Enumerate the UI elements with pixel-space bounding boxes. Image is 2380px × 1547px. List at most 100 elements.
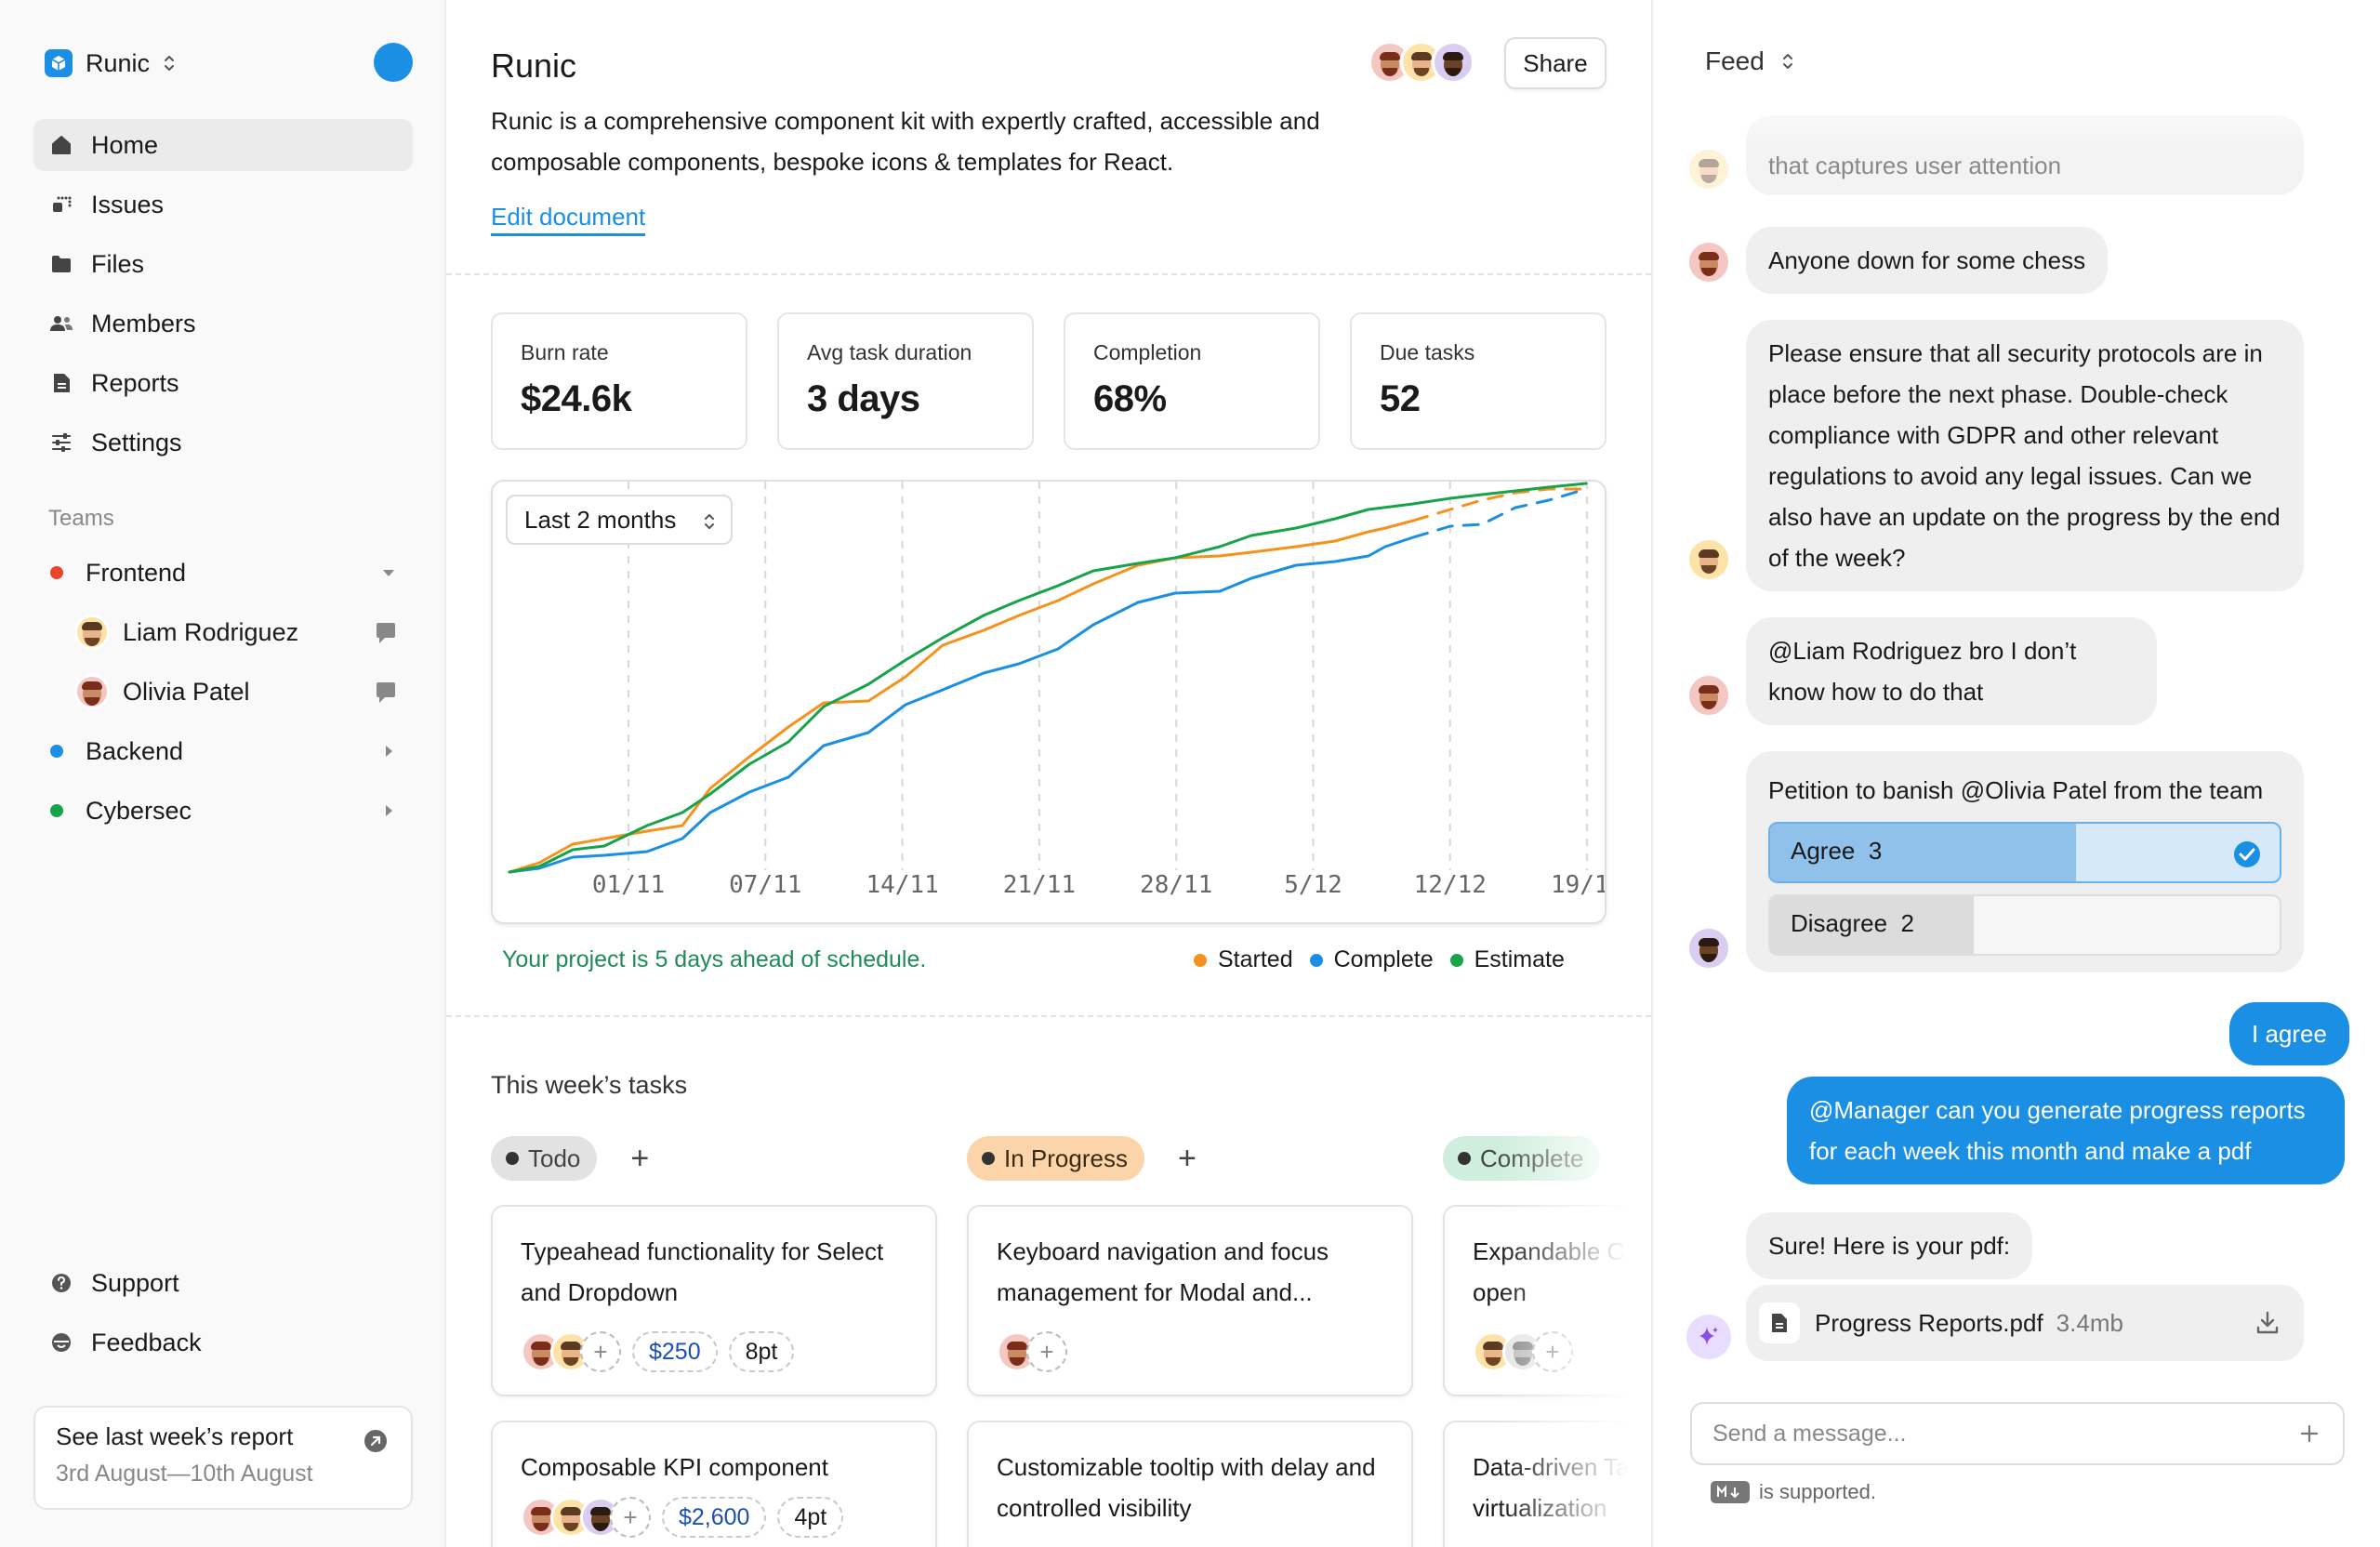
series-line-complete xyxy=(508,536,1415,874)
nav-issues[interactable]: Issues xyxy=(33,178,413,231)
pdf-attachment[interactable]: Progress Reports.pdf 3.4mb xyxy=(1746,1285,2304,1361)
add-assignee-button[interactable]: + xyxy=(580,1331,621,1372)
task-card[interactable]: Typeahead functionality for Select and D… xyxy=(491,1205,937,1396)
nav-members[interactable]: Members xyxy=(33,298,413,350)
message-author-avatar xyxy=(1686,537,1731,582)
column-header-in-progress: In Progress + xyxy=(967,1136,1197,1181)
caret-right-icon[interactable] xyxy=(379,801,398,820)
avatar xyxy=(1686,240,1731,284)
stat-value: 3 days xyxy=(807,378,920,419)
message-author-avatar xyxy=(1686,147,1731,192)
status-label: Complete xyxy=(1480,1144,1584,1172)
plus-icon[interactable] xyxy=(2296,1421,2322,1447)
message-text: @Manager can you generate progress repor… xyxy=(1809,1096,2306,1165)
edit-document-link[interactable]: Edit document xyxy=(491,203,646,236)
nav-home[interactable]: Home xyxy=(33,119,413,171)
caret-down-icon[interactable] xyxy=(379,563,398,582)
app-window: Runic Home Issues Files Members Reports … xyxy=(0,0,2380,1547)
legend-dot xyxy=(1309,953,1323,967)
member-name: Liam Rodriguez xyxy=(123,617,299,646)
chat-bubble-icon[interactable] xyxy=(374,681,398,705)
add-assignee-button[interactable]: + xyxy=(1532,1331,1573,1372)
chevron-up-down-icon xyxy=(1782,54,1792,69)
add-assignee-button[interactable]: + xyxy=(610,1497,651,1538)
team-name: Cybersec xyxy=(86,796,192,825)
nav-label: Members xyxy=(91,309,196,337)
team-frontend[interactable]: Frontend xyxy=(33,547,413,599)
stat-value: 68% xyxy=(1093,378,1167,419)
x-tick-label: 21/11 xyxy=(1003,871,1076,899)
stat-label: Due tasks xyxy=(1380,340,1475,364)
message-text: Sure! Here is your pdf: xyxy=(1768,1232,2011,1260)
status-dot xyxy=(982,1152,995,1165)
poll-option-count: 3 xyxy=(1868,837,1883,865)
ai-assistant-avatar xyxy=(1686,1315,1731,1359)
caret-right-icon[interactable] xyxy=(379,742,398,760)
avatar xyxy=(1686,673,1731,718)
nav-label: Feedback xyxy=(91,1328,202,1356)
chat-bubble-icon[interactable] xyxy=(374,621,398,645)
add-assignee-button[interactable]: + xyxy=(1026,1331,1067,1372)
team-backend[interactable]: Backend xyxy=(33,725,413,777)
budget-tag: $2,600 xyxy=(662,1497,767,1538)
last-week-report-card[interactable]: See last week’s report 3rd August—10th A… xyxy=(33,1406,413,1510)
date-range-select[interactable]: Last 2 months xyxy=(506,495,733,545)
status-pill-in-progress[interactable]: In Progress xyxy=(967,1136,1144,1181)
divider xyxy=(446,1015,1651,1017)
message-author-avatar xyxy=(1686,673,1731,718)
page-title: Runic xyxy=(491,46,577,85)
add-task-button[interactable]: + xyxy=(1178,1143,1197,1174)
member-liam-rodriguez[interactable]: Liam Rodriguez xyxy=(74,606,413,658)
my-chat-message: I agree xyxy=(2229,1002,2349,1065)
status-dot xyxy=(506,1152,519,1165)
workspace-name: Runic xyxy=(86,48,151,77)
document-icon xyxy=(1759,1302,1800,1343)
chevron-up-down-icon xyxy=(705,514,714,529)
folder-icon xyxy=(48,251,74,277)
status-label: Todo xyxy=(528,1144,581,1172)
collaborator-avatars[interactable] xyxy=(1368,41,1474,84)
member-olivia-patel[interactable]: Olivia Patel xyxy=(74,666,413,718)
teams-section-label: Teams xyxy=(48,506,114,531)
feed-selector[interactable]: Feed xyxy=(1705,46,1794,76)
share-button[interactable]: Share xyxy=(1504,37,1606,89)
task-card[interactable]: Composable KPI component + $2,600 4pt xyxy=(491,1421,937,1547)
workspace-switcher[interactable]: Runic xyxy=(45,46,176,80)
task-title: Typeahead functionality for Select and D… xyxy=(521,1237,884,1306)
progress-chart: Last 2 months 01/11 07/11 14/11 21/11 28/11 5… xyxy=(491,480,1606,924)
stat-avg-task-duration: Avg task duration 3 days xyxy=(777,312,1034,450)
message-input[interactable]: Send a message... xyxy=(1690,1402,2345,1465)
poll-option-disagree[interactable]: Disagree 2 xyxy=(1768,894,2281,956)
team-cybersec[interactable]: Cybersec xyxy=(33,785,413,837)
nav-files[interactable]: Files xyxy=(33,238,413,290)
legend-dot xyxy=(1449,953,1463,967)
issues-icon xyxy=(48,192,74,218)
chat-message: that captures user attention xyxy=(1746,115,2304,195)
nav-feedback[interactable]: Feedback xyxy=(33,1316,413,1368)
nav-label: Files xyxy=(91,249,145,278)
status-pill-complete[interactable]: Complete xyxy=(1443,1136,1601,1181)
budget-tag: $250 xyxy=(632,1331,718,1372)
points-tag: 8pt xyxy=(728,1331,795,1372)
nav-settings[interactable]: Settings xyxy=(33,416,413,469)
nav-support[interactable]: Support xyxy=(33,1257,413,1309)
team-name: Frontend xyxy=(86,558,187,587)
nav-reports[interactable]: Reports xyxy=(33,357,413,409)
user-avatar[interactable] xyxy=(374,43,413,82)
stat-value: 52 xyxy=(1380,378,1421,419)
report-card-title: See last week’s report xyxy=(56,1422,294,1450)
message-author-avatar xyxy=(1686,240,1731,284)
task-card[interactable]: Keyboard navigation and focus management… xyxy=(967,1205,1413,1396)
add-task-button[interactable]: + xyxy=(1633,1143,1652,1174)
chevron-up-down-icon xyxy=(165,56,175,71)
report-card-date-range: 3rd August—10th August xyxy=(56,1461,313,1487)
team-color-dot xyxy=(50,745,63,758)
x-tick-label: 5/12 xyxy=(1284,871,1342,899)
status-pill-todo[interactable]: Todo xyxy=(491,1136,598,1181)
stat-burn-rate: Burn rate $24.6k xyxy=(491,312,747,450)
add-task-button[interactable]: + xyxy=(630,1143,649,1174)
poll-option-agree[interactable]: Agree 3 xyxy=(1768,822,2281,883)
download-icon[interactable] xyxy=(2254,1309,2281,1337)
task-card[interactable]: Customizable tooltip with delay and cont… xyxy=(967,1421,1413,1547)
status-dot xyxy=(1458,1152,1471,1165)
